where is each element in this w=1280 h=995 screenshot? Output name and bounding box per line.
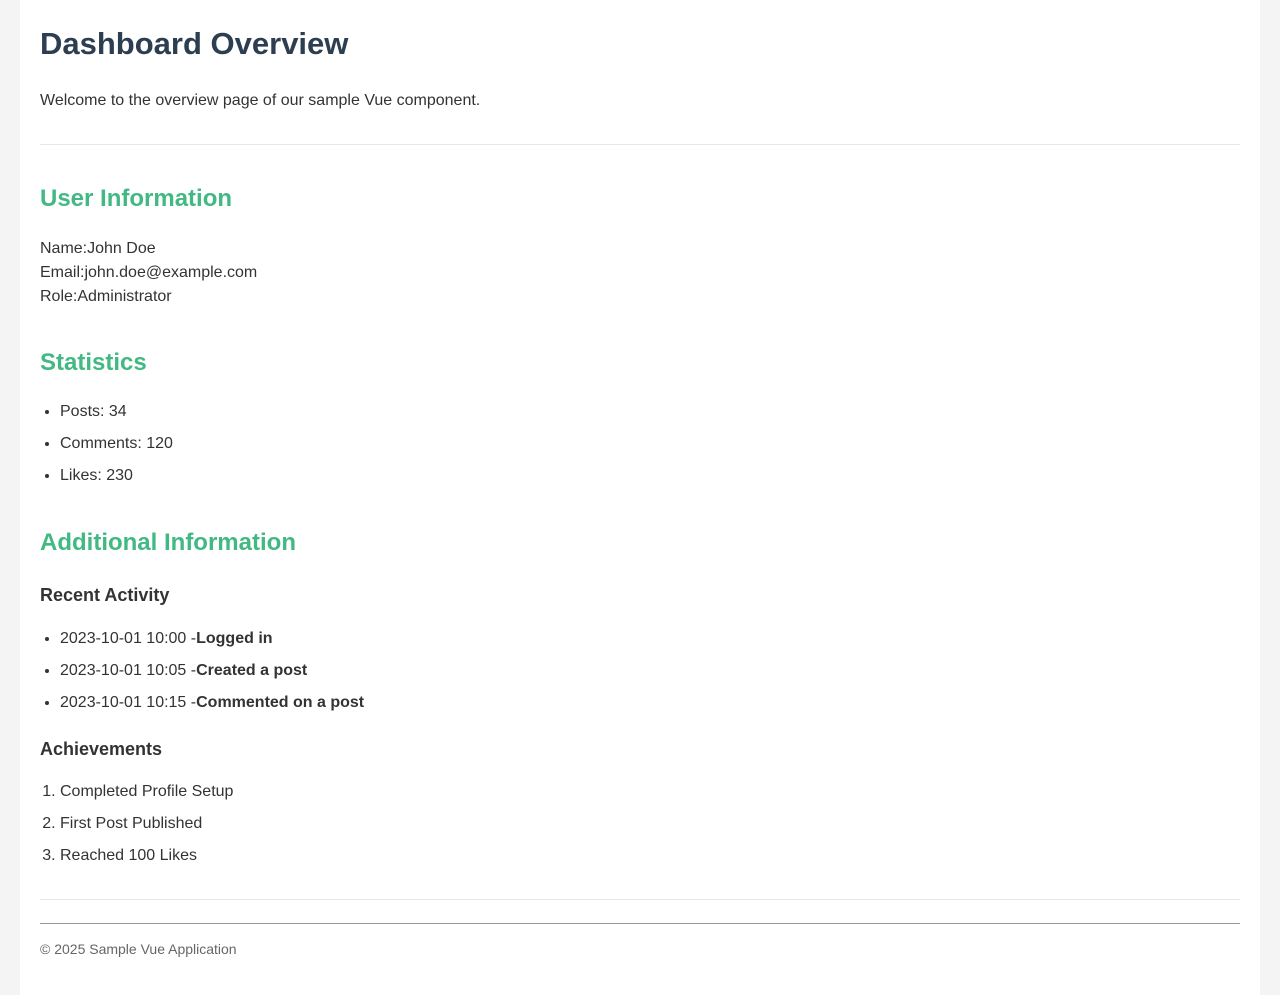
activity-action: Commented on a post: [196, 694, 365, 711]
list-item: 2023-10-01 10:00 -Logged in: [60, 628, 364, 660]
achievements-heading: Achievements: [40, 739, 163, 759]
list-item: Comments: 120: [60, 433, 173, 465]
footer-copyright: © 2025 Sample Vue Application: [40, 941, 237, 957]
recent-activity-list: 2023-10-01 10:00 -Logged in 2023-10-01 1…: [40, 628, 364, 724]
activity-action: Created a post: [196, 662, 308, 679]
list-item: 2023-10-01 10:15 -Commented on a post: [60, 692, 364, 724]
content-divider: [40, 899, 1240, 900]
page-title: Dashboard Overview: [40, 26, 349, 61]
header-divider: [40, 144, 1240, 145]
list-item: First Post Published: [60, 813, 233, 845]
user-role-row: Role:Administrator: [40, 285, 257, 309]
additional-information-heading: Additional Information: [40, 529, 296, 556]
user-name-row: Name:John Doe: [40, 237, 257, 261]
list-item: Completed Profile Setup: [60, 781, 233, 813]
achievements-list: Completed Profile Setup First Post Publi…: [40, 781, 233, 877]
statistics-list: Posts: 34 Comments: 120 Likes: 230: [40, 401, 173, 497]
activity-time: 2023-10-01 10:15 -: [60, 694, 197, 711]
activity-time: 2023-10-01 10:05 -: [60, 662, 197, 679]
recent-activity-heading: Recent Activity: [40, 585, 170, 605]
user-name-label: Name:: [40, 240, 88, 257]
activity-action: Logged in: [196, 630, 273, 647]
list-item: Reached 100 Likes: [60, 845, 233, 877]
user-email-value: john.doe@example.com: [84, 264, 258, 281]
user-email-row: Email:john.doe@example.com: [40, 261, 257, 285]
intro-text: Welcome to the overview page of our samp…: [40, 92, 481, 109]
user-information-block: Name:John Doe Email:john.doe@example.com…: [40, 237, 257, 309]
user-email-label: Email:: [40, 264, 85, 281]
dashboard-card: Dashboard Overview Welcome to the overvi…: [20, 0, 1260, 995]
user-information-heading: User Information: [40, 185, 233, 212]
list-item: Likes: 230: [60, 465, 173, 497]
list-item: Posts: 34: [60, 401, 173, 433]
statistics-heading: Statistics: [40, 349, 147, 376]
list-item: 2023-10-01 10:05 -Created a post: [60, 660, 364, 692]
user-role-label: Role:: [40, 288, 78, 305]
footer-rule: [40, 923, 1240, 924]
user-name-value: John Doe: [87, 240, 156, 257]
activity-time: 2023-10-01 10:00 -: [60, 630, 197, 647]
user-role-value: Administrator: [77, 288, 172, 305]
